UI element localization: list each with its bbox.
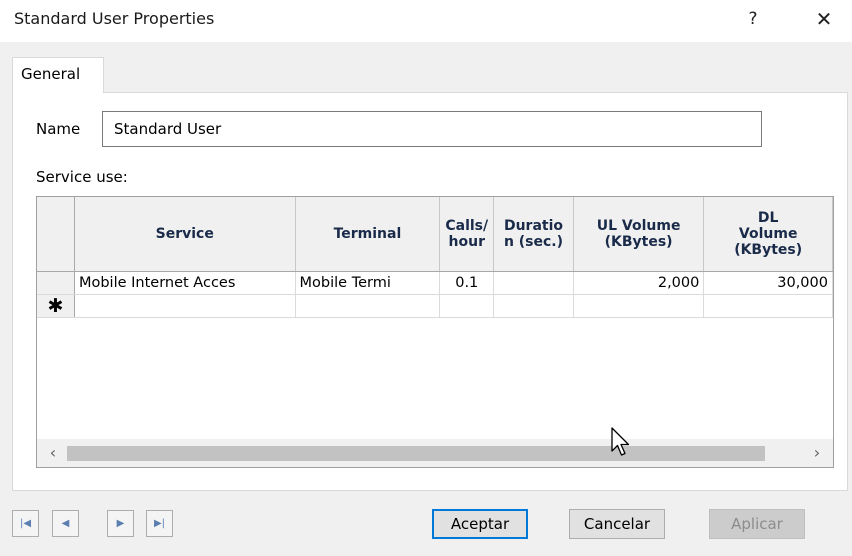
column-header-ul-volume[interactable]: UL Volume (KBytes) xyxy=(573,197,705,272)
new-cell-service[interactable] xyxy=(74,294,296,318)
cell-ul-volume[interactable]: 2,000 xyxy=(573,271,705,295)
column-header-dl-volume[interactable]: DL Volume (KBytes) xyxy=(703,197,833,272)
navigate-previous-icon[interactable]: ◀ xyxy=(52,510,79,537)
name-input[interactable] xyxy=(102,111,762,147)
ok-button[interactable]: Aceptar xyxy=(432,509,528,539)
tab-general-label: General xyxy=(21,65,81,83)
service-use-label: Service use: xyxy=(36,168,128,186)
help-button[interactable]: ? xyxy=(738,4,768,34)
cell-terminal[interactable]: Mobile Termi xyxy=(295,271,441,295)
header-row: Service Terminal Calls/ hour Duratio n (… xyxy=(37,197,833,272)
tab-general[interactable]: General xyxy=(12,57,104,93)
horizontal-scrollbar[interactable]: ‹ › xyxy=(37,439,833,467)
column-header-calls-hour[interactable]: Calls/ hour xyxy=(439,197,495,272)
new-cell-duration[interactable] xyxy=(493,294,574,318)
window-title: Standard User Properties xyxy=(14,9,215,28)
navigate-next-icon[interactable]: ▶ xyxy=(107,510,134,537)
apply-button: Aplicar xyxy=(709,509,805,539)
scroll-thumb[interactable] xyxy=(67,446,765,461)
row-header-corner xyxy=(37,197,75,272)
column-header-service[interactable]: Service xyxy=(74,197,296,272)
new-row-header[interactable]: ✱ xyxy=(37,294,75,318)
service-use-table: Service Terminal Calls/ hour Duratio n (… xyxy=(37,197,833,318)
navigate-last-icon[interactable]: ▶| xyxy=(146,510,173,537)
name-label: Name xyxy=(36,120,81,138)
cell-calls-hour[interactable]: 0.1 xyxy=(439,271,495,295)
new-cell-dl-volume[interactable] xyxy=(703,294,833,318)
new-row-icon: ✱ xyxy=(47,295,64,317)
mouse-pointer-icon xyxy=(611,427,630,456)
cell-service[interactable]: Mobile Internet Acces xyxy=(74,271,296,295)
scroll-left-arrow-icon[interactable]: ‹ xyxy=(39,439,67,467)
navigate-first-icon[interactable]: |◀ xyxy=(12,510,39,537)
scroll-right-arrow-icon[interactable]: › xyxy=(803,439,831,467)
column-header-terminal[interactable]: Terminal xyxy=(295,197,441,272)
new-cell-ul-volume[interactable] xyxy=(573,294,705,318)
column-header-duration[interactable]: Duratio n (sec.) xyxy=(493,197,574,272)
cell-dl-volume[interactable]: 30,000 xyxy=(703,271,833,295)
cancel-button[interactable]: Cancelar xyxy=(569,509,665,539)
row-header[interactable] xyxy=(37,271,75,295)
service-use-grid[interactable]: Service Terminal Calls/ hour Duratio n (… xyxy=(36,196,834,468)
new-cell-calls-hour[interactable] xyxy=(439,294,495,318)
new-cell-terminal[interactable] xyxy=(295,294,441,318)
cell-duration[interactable] xyxy=(493,271,574,295)
title-bar: Standard User Properties ? ✕ xyxy=(0,0,852,42)
new-row[interactable]: ✱ xyxy=(37,294,833,318)
close-button[interactable]: ✕ xyxy=(808,4,840,34)
table-row[interactable]: Mobile Internet Acces Mobile Termi 0.1 2… xyxy=(37,271,833,295)
